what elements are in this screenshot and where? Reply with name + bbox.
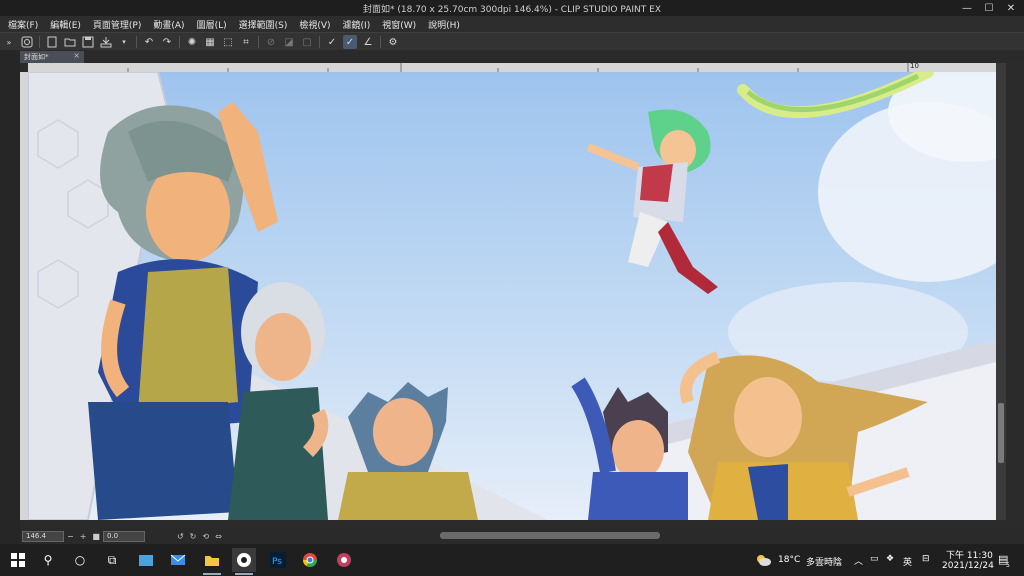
zoom-out-icon[interactable]: − bbox=[67, 532, 74, 541]
ime-indicator[interactable]: 英 bbox=[903, 555, 912, 568]
close-icon[interactable]: × bbox=[73, 51, 80, 60]
toolbar-separator bbox=[136, 36, 137, 48]
ruler-mark-10: 10 bbox=[910, 62, 919, 70]
open-icon[interactable] bbox=[63, 35, 77, 49]
toolbar-separator bbox=[179, 36, 180, 48]
status-bar: 146.4 − + ■ 0.0 ↺ ↻ ⟲ ⇔ bbox=[20, 528, 1024, 544]
document-tab-label: 封面如* bbox=[24, 53, 49, 61]
cortana-icon[interactable]: ○ bbox=[68, 548, 92, 572]
menu-filter[interactable]: 濾鏡(I) bbox=[337, 18, 377, 31]
clip-studio-taskbar-icon[interactable] bbox=[232, 548, 256, 575]
pen-active-icon[interactable]: ✓ bbox=[343, 35, 357, 49]
menu-animation[interactable]: 動畫(A) bbox=[147, 18, 190, 31]
task-view-icon[interactable]: ⧉ bbox=[100, 548, 124, 572]
chevron-down-icon[interactable]: ▾ bbox=[117, 35, 131, 49]
vertical-scrollbar[interactable] bbox=[996, 63, 1006, 520]
rotation-angle-field[interactable]: 0.0 bbox=[102, 530, 145, 542]
command-bar: » ▾ ↶ ↷ ✺ ▦ ⬚ ⌗ ⊘ ◪ ▢ ✓ ✓ ∠ ⚙ bbox=[0, 32, 1024, 52]
toolbar-separator bbox=[39, 36, 40, 48]
search-icon[interactable]: ⚲ bbox=[36, 548, 60, 572]
menu-help[interactable]: 說明(H) bbox=[422, 18, 466, 31]
mail-icon[interactable] bbox=[166, 548, 190, 572]
hide-icon[interactable]: ⊘ bbox=[264, 35, 278, 49]
select-all-icon[interactable]: ▢ bbox=[300, 35, 314, 49]
reset-rotation-icon[interactable]: ⟲ bbox=[202, 532, 209, 541]
menu-view[interactable]: 檢視(V) bbox=[293, 18, 336, 31]
drawing-canvas[interactable] bbox=[28, 72, 996, 520]
artwork-illustration bbox=[28, 72, 996, 520]
clear-icon[interactable]: ✺ bbox=[185, 35, 199, 49]
weather-icon[interactable] bbox=[754, 548, 772, 572]
menu-window[interactable]: 視窗(W) bbox=[376, 18, 422, 31]
transform-icon[interactable]: ⬚ bbox=[221, 35, 235, 49]
weather-description: 多雲時陰 bbox=[806, 558, 843, 568]
toolbar-separator bbox=[380, 36, 381, 48]
save-icon[interactable] bbox=[81, 35, 95, 49]
clip-studio-icon[interactable] bbox=[20, 35, 34, 49]
clock-date[interactable]: 2021/12/24 bbox=[942, 561, 994, 571]
toggle-icon[interactable]: ◪ bbox=[282, 35, 296, 49]
weather-temperature: 18°C bbox=[778, 555, 801, 565]
window-title: 封面如* (18.70 x 25.70cm 300dpi 146.4%) - C… bbox=[363, 4, 661, 15]
redo-icon[interactable]: ↷ bbox=[160, 35, 174, 49]
maximize-button[interactable]: ☐ bbox=[978, 0, 1000, 16]
rotate-right-icon[interactable]: ↻ bbox=[190, 532, 197, 541]
windows-start-icon[interactable] bbox=[6, 548, 30, 572]
panel-expand-icon[interactable]: » bbox=[2, 35, 16, 49]
ime-mode-icon[interactable]: ⊟ bbox=[922, 554, 930, 564]
store-icon[interactable] bbox=[134, 548, 158, 572]
clock-time[interactable]: 下午 11:30 bbox=[946, 548, 993, 561]
toolbar-separator bbox=[258, 36, 259, 48]
minimize-button[interactable]: — bbox=[956, 0, 978, 16]
settings-icon[interactable]: ⚙ bbox=[386, 35, 400, 49]
media-player-icon[interactable] bbox=[332, 548, 356, 572]
fit-icon[interactable]: ■ bbox=[92, 532, 100, 541]
menu-bar: 檔案(F) 編輯(E) 頁面管理(P) 動畫(A) 圖層(L) 選擇範圍(S) … bbox=[0, 16, 1024, 32]
photoshop-icon[interactable]: Ps bbox=[266, 548, 290, 572]
document-tabbar: 封面如* × bbox=[20, 50, 1024, 63]
file-explorer-icon[interactable] bbox=[200, 548, 224, 575]
battery-icon[interactable]: ▭ bbox=[870, 554, 879, 564]
menu-layer[interactable]: 圖層(L) bbox=[191, 18, 233, 31]
windows-taskbar: ⚲ ○ ⧉ Ps 18°C 多雲時陰 ︿ ▭ ❖ 英 ⊟ 下午 11:30 20… bbox=[0, 544, 1024, 576]
title-bar: 封面如* (18.70 x 25.70cm 300dpi 146.4%) - C… bbox=[0, 0, 1024, 16]
zoom-in-icon[interactable]: + bbox=[80, 532, 87, 541]
new-icon[interactable] bbox=[45, 35, 59, 49]
pen-angle-icon[interactable]: ∠ bbox=[361, 35, 375, 49]
horizontal-scroll-thumb[interactable] bbox=[440, 532, 660, 539]
zoom-level-field[interactable]: 146.4 bbox=[22, 530, 64, 542]
menu-file[interactable]: 檔案(F) bbox=[0, 18, 44, 31]
menu-edit[interactable]: 編輯(E) bbox=[44, 18, 87, 31]
dropbox-icon[interactable]: ❖ bbox=[886, 554, 894, 564]
document-tab[interactable]: 封面如* × bbox=[20, 51, 84, 63]
active-indicator bbox=[235, 573, 253, 575]
active-indicator bbox=[203, 573, 221, 575]
close-button[interactable]: ✕ bbox=[1000, 0, 1022, 16]
fill-icon[interactable]: ▦ bbox=[203, 35, 217, 49]
vertical-scroll-thumb[interactable] bbox=[998, 403, 1004, 463]
notification-count: 5 bbox=[1006, 562, 1010, 569]
tray-expand-icon[interactable]: ︿ bbox=[854, 554, 863, 567]
menu-selection[interactable]: 選擇範圍(S) bbox=[233, 18, 294, 31]
menu-page-management[interactable]: 頁面管理(P) bbox=[87, 18, 147, 31]
export-icon[interactable] bbox=[99, 35, 113, 49]
chrome-icon[interactable] bbox=[298, 548, 322, 572]
pen-stabilizer-icon[interactable]: ✓ bbox=[325, 35, 339, 49]
undo-icon[interactable]: ↶ bbox=[142, 35, 156, 49]
crop-icon[interactable]: ⌗ bbox=[239, 35, 253, 49]
rotate-left-icon[interactable]: ↺ bbox=[177, 532, 184, 541]
toolbar-separator bbox=[319, 36, 320, 48]
svg-text:Ps: Ps bbox=[272, 557, 282, 567]
flip-icon[interactable]: ⇔ bbox=[215, 532, 222, 541]
left-panel-strip bbox=[0, 50, 20, 544]
